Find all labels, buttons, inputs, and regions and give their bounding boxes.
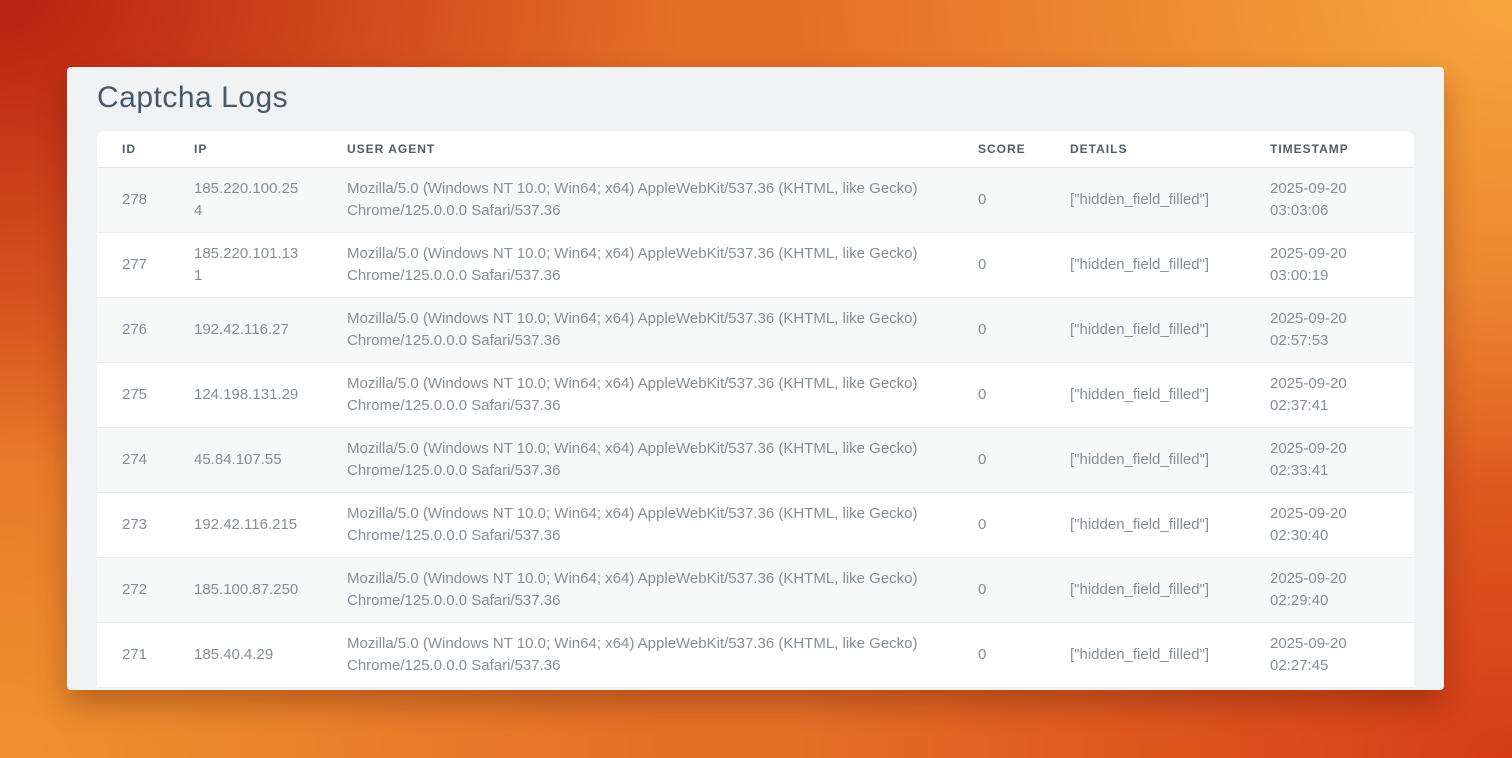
cell-user-agent: Mozilla/5.0 (Windows NT 10.0; Win64; x64… [322,493,953,558]
logs-table-container: IDIPUSER AGENTSCOREDETAILSTIMESTAMP 278 … [97,131,1414,688]
column-header-ip: IP [169,131,322,168]
cell-id: 275 [97,363,169,428]
cell-id: 277 [97,233,169,298]
cell-id: 276 [97,298,169,363]
column-header-user_agent: USER AGENT [322,131,953,168]
cell-timestamp: 2025-09-20 02:57:53 [1245,298,1414,363]
cell-timestamp: 2025-09-20 02:33:41 [1245,428,1414,493]
cell-ip: 185.100.87.250 [169,558,322,623]
cell-user-agent: Mozilla/5.0 (Windows NT 10.0; Win64; x64… [322,233,953,298]
cell-details: ["hidden_field_filled"] [1045,168,1245,233]
cell-id: 271 [97,623,169,688]
column-header-id: ID [97,131,169,168]
column-header-details: DETAILS [1045,131,1245,168]
captcha-logs-card: Captcha Logs IDIPUSER AGENTSCOREDETAILST… [67,67,1444,690]
cell-score: 0 [953,363,1045,428]
cell-id: 272 [97,558,169,623]
cell-user-agent: Mozilla/5.0 (Windows NT 10.0; Win64; x64… [322,168,953,233]
cell-ip: 192.42.116.27 [169,298,322,363]
table-row: 276 192.42.116.27 Mozilla/5.0 (Windows N… [97,298,1414,363]
cell-score: 0 [953,558,1045,623]
cell-details: ["hidden_field_filled"] [1045,233,1245,298]
cell-ip: 124.198.131.29 [169,363,322,428]
cell-details: ["hidden_field_filled"] [1045,363,1245,428]
cell-details: ["hidden_field_filled"] [1045,558,1245,623]
table-row: 278 185.220.100.254 Mozilla/5.0 (Windows… [97,168,1414,233]
cell-user-agent: Mozilla/5.0 (Windows NT 10.0; Win64; x64… [322,428,953,493]
cell-score: 0 [953,428,1045,493]
cell-timestamp: 2025-09-20 02:29:40 [1245,558,1414,623]
cell-timestamp: 2025-09-20 02:37:41 [1245,363,1414,428]
cell-user-agent: Mozilla/5.0 (Windows NT 10.0; Win64; x64… [322,363,953,428]
cell-user-agent: Mozilla/5.0 (Windows NT 10.0; Win64; x64… [322,623,953,688]
cell-user-agent: Mozilla/5.0 (Windows NT 10.0; Win64; x64… [322,558,953,623]
cell-timestamp: 2025-09-20 02:27:45 [1245,623,1414,688]
cell-id: 274 [97,428,169,493]
cell-id: 273 [97,493,169,558]
table-row: 272 185.100.87.250 Mozilla/5.0 (Windows … [97,558,1414,623]
cell-score: 0 [953,298,1045,363]
table-row: 271 185.40.4.29 Mozilla/5.0 (Windows NT … [97,623,1414,688]
cell-ip: 185.220.101.131 [169,233,322,298]
cell-ip: 185.40.4.29 [169,623,322,688]
table-row: 275 124.198.131.29 Mozilla/5.0 (Windows … [97,363,1414,428]
cell-timestamp: 2025-09-20 03:03:06 [1245,168,1414,233]
logs-table: IDIPUSER AGENTSCOREDETAILSTIMESTAMP 278 … [97,131,1414,688]
table-row: 273 192.42.116.215 Mozilla/5.0 (Windows … [97,493,1414,558]
table-row: 277 185.220.101.131 Mozilla/5.0 (Windows… [97,233,1414,298]
table-header: IDIPUSER AGENTSCOREDETAILSTIMESTAMP [97,131,1414,168]
page-title: Captcha Logs [97,67,1414,131]
cell-score: 0 [953,233,1045,298]
cell-timestamp: 2025-09-20 02:30:40 [1245,493,1414,558]
page-background: { "app": { "title": "Captcha Logs" }, "c… [0,0,1512,758]
cell-score: 0 [953,493,1045,558]
cell-ip: 185.220.100.254 [169,168,322,233]
cell-id: 278 [97,168,169,233]
cell-ip: 192.42.116.215 [169,493,322,558]
cell-score: 0 [953,168,1045,233]
cell-details: ["hidden_field_filled"] [1045,428,1245,493]
cell-timestamp: 2025-09-20 03:00:19 [1245,233,1414,298]
column-header-score: SCORE [953,131,1045,168]
cell-details: ["hidden_field_filled"] [1045,623,1245,688]
column-header-timestamp: TIMESTAMP [1245,131,1414,168]
table-body: 278 185.220.100.254 Mozilla/5.0 (Windows… [97,168,1414,688]
cell-ip: 45.84.107.55 [169,428,322,493]
cell-details: ["hidden_field_filled"] [1045,298,1245,363]
cell-score: 0 [953,623,1045,688]
table-row: 274 45.84.107.55 Mozilla/5.0 (Windows NT… [97,428,1414,493]
cell-user-agent: Mozilla/5.0 (Windows NT 10.0; Win64; x64… [322,298,953,363]
cell-details: ["hidden_field_filled"] [1045,493,1245,558]
table-header-row: IDIPUSER AGENTSCOREDETAILSTIMESTAMP [97,131,1414,168]
